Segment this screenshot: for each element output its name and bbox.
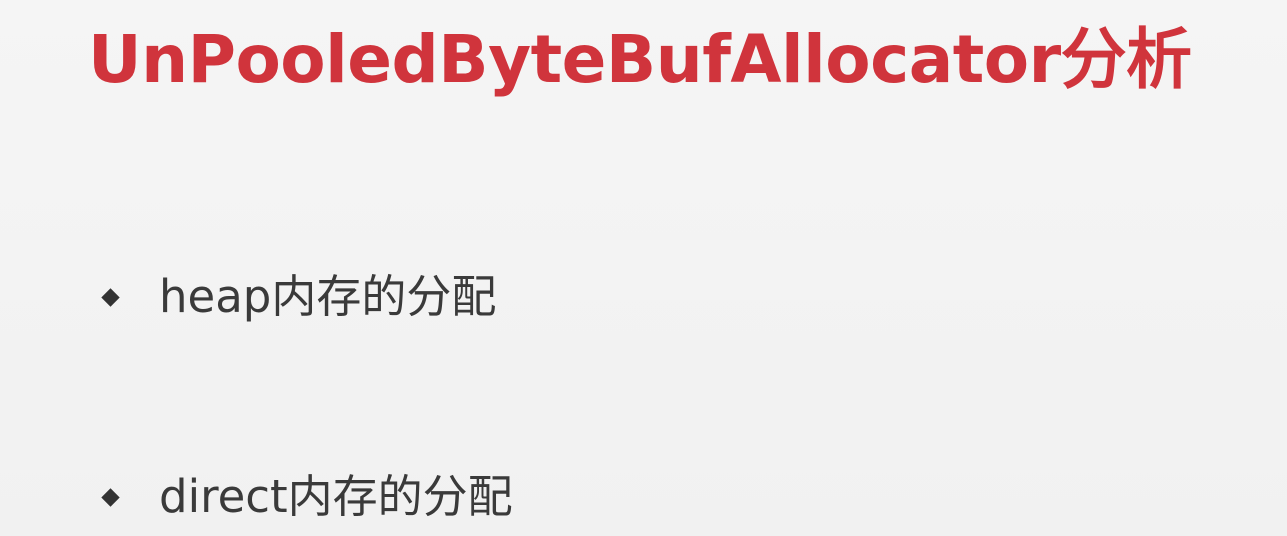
bullet-item-heap: heap内存的分配 [100, 264, 496, 330]
slide-title: UnPooledByteBufAllocator分析 [88, 21, 1192, 98]
slide: UnPooledByteBufAllocator分析 heap内存的分配 dir… [0, 0, 1287, 536]
bullet-item-direct: direct内存的分配 [100, 464, 513, 530]
bullet-text: direct内存的分配 [159, 470, 513, 523]
bullet-text: heap内存的分配 [159, 270, 497, 323]
diamond-bullet-icon [101, 487, 120, 507]
diamond-bullet-icon [101, 287, 120, 307]
